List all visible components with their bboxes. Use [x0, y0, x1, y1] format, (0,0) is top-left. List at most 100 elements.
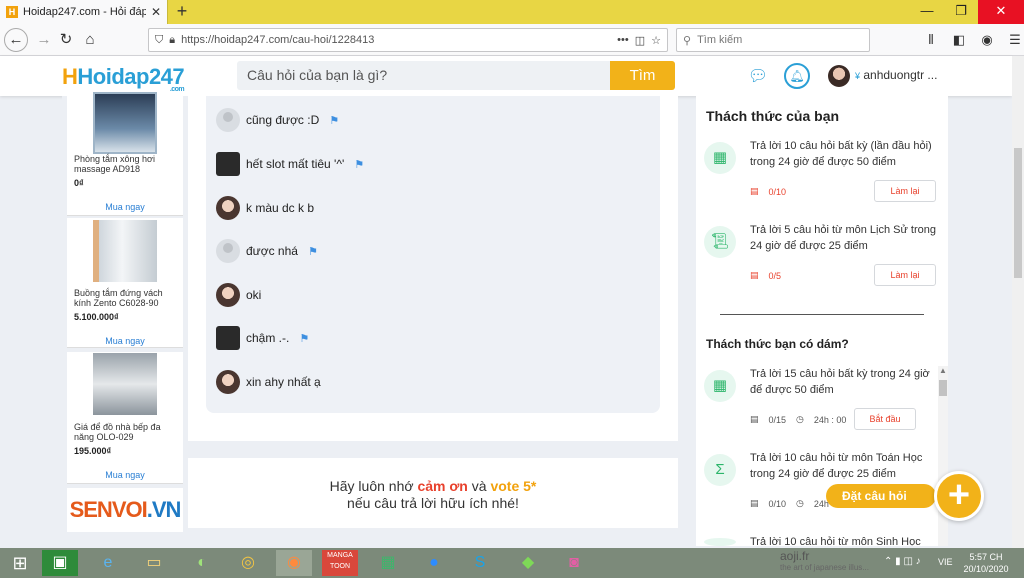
scrollbar-thumb[interactable]	[1014, 148, 1022, 278]
watermark-sub: the art of japanese illus...	[780, 563, 869, 572]
site-favicon-icon: H	[6, 6, 18, 18]
question-search-input[interactable]: Câu hỏi của bạn là gì?	[237, 61, 611, 90]
browser-search-box[interactable]: ⚲ Tìm kiếm	[676, 28, 870, 52]
user-avatar[interactable]	[828, 65, 850, 87]
scroll-icon: 📜︎	[704, 226, 736, 258]
username-menu[interactable]: ¥ anhduongtr ...	[855, 68, 937, 82]
taskbar-clock[interactable]: 5:57 CH 20/10/2020	[962, 551, 1010, 575]
avatar[interactable]	[216, 196, 240, 220]
language-indicator[interactable]: VIE	[938, 557, 953, 567]
classroom-icon[interactable]: ▦	[370, 550, 406, 576]
system-tray-icons[interactable]: ⌃ ▮ ◫ ♪	[884, 556, 921, 567]
comment-item: k màu dc k b	[216, 196, 314, 220]
zoom-icon[interactable]: ●	[416, 550, 452, 576]
challenge-progress: ▤ 0/10 ◷ 24h	[750, 498, 829, 509]
ad-product-price: 195.000₫	[74, 446, 112, 456]
app-icon[interactable]: ◐	[184, 550, 220, 576]
ad-product-name: Phòng tắm xông hơi massage AD918	[74, 154, 155, 174]
pocket-icon[interactable]: ◫	[635, 34, 645, 47]
ask-question-button[interactable]: Đặt câu hỏi	[826, 484, 936, 508]
grid-icon: ▦	[704, 370, 736, 402]
avatar[interactable]	[216, 370, 240, 394]
firefox-icon[interactable]: ◉	[276, 550, 312, 576]
chrome-icon[interactable]: ◎	[230, 550, 266, 576]
reload-icon[interactable]: ↻	[54, 28, 78, 52]
home-icon[interactable]: ⌂	[78, 28, 102, 52]
browser-toolbar: ← → ↻ ⌂ ⛉ 🔒︎ https://hoidap247.com/cau-h…	[0, 24, 1024, 56]
plus-icon[interactable]: +	[934, 471, 984, 521]
avatar[interactable]	[216, 326, 240, 350]
ad-product-price: 5.100.000₫	[74, 312, 119, 322]
avatar[interactable]	[216, 152, 240, 176]
progress-text: 0/10	[768, 186, 787, 197]
window-close-icon[interactable]: ✕	[978, 0, 1024, 24]
library-icon[interactable]: ⫴	[920, 28, 942, 52]
back-arrow-icon[interactable]: ←	[4, 28, 28, 52]
windows-start-icon[interactable]: ⊞	[2, 550, 38, 576]
progress-text: 0/5	[768, 270, 782, 281]
ad-buy-link[interactable]: Mua ngay	[67, 470, 183, 480]
comment-item: hết slot mất tiêu '^' ⚑	[216, 152, 364, 176]
browser-search-placeholder: Tìm kiếm	[697, 34, 743, 46]
shield-icon[interactable]: ⛉	[155, 34, 163, 47]
product-image	[93, 220, 157, 282]
thanks-highlight: cảm ơn	[417, 478, 468, 494]
retry-button[interactable]: Làm lại	[874, 180, 936, 202]
doc-icon: ▤	[750, 498, 759, 508]
minimize-icon[interactable]: —	[910, 0, 944, 24]
ad-buy-link[interactable]: Mua ngay	[67, 202, 183, 212]
sidebar-icon[interactable]: ◧	[948, 28, 970, 52]
tab-close-icon[interactable]: ✕	[151, 5, 161, 19]
window-controls: — ❐ ✕	[910, 0, 1024, 24]
skype-icon[interactable]: S	[462, 550, 498, 576]
bookmark-star-icon[interactable]: ☆	[651, 34, 661, 47]
report-flag-icon[interactable]: ⚑	[299, 332, 309, 345]
ad-item[interactable]: Buồng tắm đứng vách kính Zento C6028-90 …	[67, 218, 183, 348]
ad-buy-link[interactable]: Mua ngay	[67, 336, 183, 346]
forward-arrow-icon[interactable]: →	[32, 28, 56, 52]
avatar[interactable]	[216, 283, 240, 307]
search-button[interactable]: Tìm	[610, 61, 675, 90]
page-scrollbar[interactable]	[1012, 56, 1024, 548]
product-image	[93, 353, 157, 415]
challenge-progress: ▤ 0/15 ◷ 24h : 00	[750, 414, 846, 425]
account-icon[interactable]: ◉	[976, 28, 998, 52]
restore-icon[interactable]: ❐	[944, 0, 978, 24]
url-text[interactable]: https://hoidap247.com/cau-hoi/1228413	[181, 34, 611, 46]
product-image	[93, 92, 157, 154]
retry-button[interactable]: Làm lại	[874, 264, 936, 286]
avatar[interactable]	[216, 108, 240, 132]
file-explorer-icon[interactable]: ▭	[136, 550, 172, 576]
vote-highlight: vote 5*	[490, 478, 537, 494]
comment-item: cũng được :D ⚑	[216, 108, 339, 132]
address-bar[interactable]: ⛉ 🔒︎ https://hoidap247.com/cau-hoi/12284…	[148, 28, 668, 52]
ad-item[interactable]: Giá để đồ nhà bếp đa năng OLO-029 195.00…	[67, 352, 183, 484]
internet-explorer-icon[interactable]: e	[90, 550, 126, 576]
browser-tab[interactable]: H Hoidap247.com - Hỏi đáp onli ✕	[0, 0, 168, 24]
ad-item[interactable]: Phòng tắm xông hơi massage AD918 0₫ Mua …	[67, 92, 183, 216]
page-actions-icon[interactable]: •••	[617, 34, 629, 46]
site-logo[interactable]: HHoidap247 .com	[62, 64, 185, 93]
sigma-icon: Σ	[704, 454, 736, 486]
camera-icon[interactable]: ◙	[556, 550, 592, 576]
chat-icon[interactable]: 💬︎	[746, 66, 770, 86]
avatar[interactable]	[216, 239, 240, 263]
senvoi-logo[interactable]: SENVOI.VN	[67, 488, 183, 532]
search-icon: ⚲	[683, 34, 692, 47]
report-flag-icon[interactable]: ⚑	[329, 114, 339, 127]
brand-part1: SENVOI	[69, 497, 148, 522]
reminder-line-2: nếu câu trả lời hữu ích nhé!	[347, 495, 519, 511]
report-flag-icon[interactable]: ⚑	[308, 245, 318, 258]
menu-icon[interactable]: ☰	[1004, 28, 1024, 52]
notification-bell-icon[interactable]: 🔔︎	[784, 63, 810, 89]
report-flag-icon[interactable]: ⚑	[354, 158, 364, 171]
scroll-up-icon[interactable]: ▲	[939, 366, 947, 375]
manga-toon-icon[interactable]: MANGA TOON	[322, 550, 358, 576]
browser-tab-strip: H Hoidap247.com - Hỏi đáp onli ✕ + — ❐ ✕	[0, 0, 1024, 24]
bluestacks-icon[interactable]: ◆	[510, 550, 546, 576]
store-icon[interactable]: ▣	[42, 550, 78, 576]
scrollbar-thumb[interactable]	[939, 380, 947, 396]
new-tab-button[interactable]: +	[172, 2, 192, 22]
panel-scrollbar[interactable]: ▲	[938, 366, 948, 546]
start-button[interactable]: Bắt đầu	[854, 408, 916, 430]
